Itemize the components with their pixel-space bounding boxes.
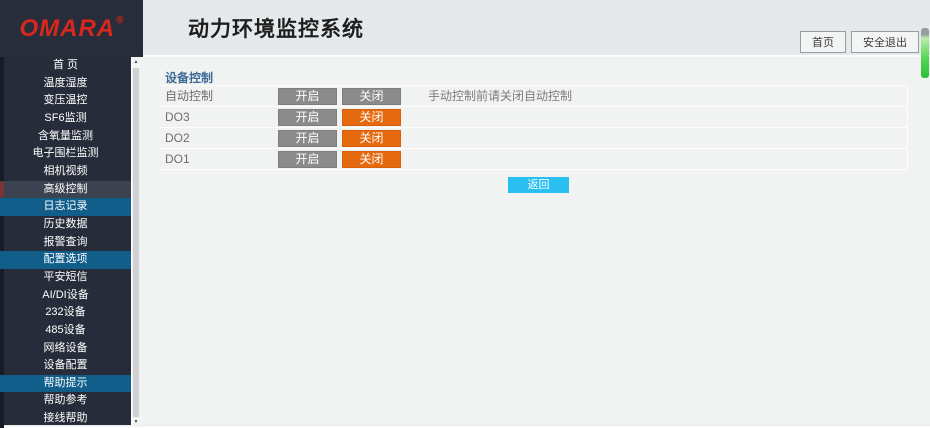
sidebar-item-oxygen-monitor[interactable]: 含氧量监测 xyxy=(0,128,131,146)
sidebar-item-efence-monitor[interactable]: 电子围栏监测 xyxy=(0,145,131,163)
page-title: 动力环境监控系统 xyxy=(188,13,364,43)
sidebar-item-log-record[interactable]: 日志记录 xyxy=(0,198,131,216)
app-window: OMARA ® 动力环境监控系统 首页 安全退出 首 页温度湿度变压温控SF6监… xyxy=(0,0,930,428)
on-button[interactable]: 开启 xyxy=(278,88,337,105)
sidebar-item-device-485[interactable]: 485设备 xyxy=(0,322,131,340)
sidebar-item-safety-sms[interactable]: 平安短信 xyxy=(0,269,131,287)
return-button[interactable]: 返回 xyxy=(508,177,569,193)
off-button[interactable]: 关闭 xyxy=(342,88,401,105)
sidebar-item-transformer-temp[interactable]: 变压温控 xyxy=(0,92,131,110)
registered-trademark-icon: ® xyxy=(116,15,123,26)
sidebar-item-alarm-query[interactable]: 报警查询 xyxy=(0,234,131,252)
sidebar-scrollbar[interactable]: ▲ ▼ xyxy=(131,57,140,428)
off-button[interactable]: 关闭 xyxy=(342,109,401,126)
control-row-label: 自动控制 xyxy=(165,86,213,107)
sidebar-item-advanced-control[interactable]: 高级控制 xyxy=(0,181,131,199)
home-button[interactable]: 首页 xyxy=(800,31,846,53)
sidebar-item-network-device[interactable]: 网络设备 xyxy=(0,340,131,358)
control-row: DO1 开启 关闭 xyxy=(160,149,907,170)
off-button[interactable]: 关闭 xyxy=(342,130,401,147)
sidebar-item-temp-humidity[interactable]: 温度湿度 xyxy=(0,75,131,93)
control-row: 自动控制 开启 关闭 手动控制前请关闭自动控制 xyxy=(160,86,907,107)
brand-logo: OMARA ® xyxy=(0,0,143,57)
scroll-up-icon[interactable]: ▲ xyxy=(132,57,140,68)
header: 动力环境监控系统 首页 安全退出 xyxy=(143,0,930,57)
sidebar-accent-strip xyxy=(0,57,4,428)
sidebar-item-help-reference[interactable]: 帮助参考 xyxy=(0,392,131,410)
brand-logo-text: OMARA xyxy=(19,15,115,43)
sidebar-item-camera-video[interactable]: 相机视频 xyxy=(0,163,131,181)
logout-button[interactable]: 安全退出 xyxy=(851,31,919,53)
sidebar-item-history-data[interactable]: 历史数据 xyxy=(0,216,131,234)
control-row-label: DO2 xyxy=(165,128,190,149)
sidebar-item-device-232[interactable]: 232设备 xyxy=(0,304,131,322)
on-button[interactable]: 开启 xyxy=(278,151,337,168)
control-row-note: 手动控制前请关闭自动控制 xyxy=(428,86,572,107)
on-button[interactable]: 开启 xyxy=(278,130,337,147)
section-title: 设备控制 xyxy=(165,69,213,86)
control-row-label: DO1 xyxy=(165,149,190,170)
sidebar-item-help-tips[interactable]: 帮助提示 xyxy=(0,375,131,393)
sidebar-item-config-options[interactable]: 配置选项 xyxy=(0,251,131,269)
header-buttons: 首页 安全退出 xyxy=(800,31,919,53)
sidebar-item-ai-di-device[interactable]: AI/DI设备 xyxy=(0,287,131,305)
control-row: DO2 开启 关闭 xyxy=(160,128,907,149)
sidebar-item-sf6-monitor[interactable]: SF6监测 xyxy=(0,110,131,128)
on-button[interactable]: 开启 xyxy=(278,109,337,126)
sidebar-item-device-config[interactable]: 设备配置 xyxy=(0,357,131,375)
off-button[interactable]: 关闭 xyxy=(342,151,401,168)
sidebar-item-home[interactable]: 首 页 xyxy=(0,57,131,75)
control-row: DO3 开启 关闭 xyxy=(160,107,907,128)
control-table: 自动控制 开启 关闭 手动控制前请关闭自动控制 DO3 开启 关闭 DO2 开启… xyxy=(160,85,908,170)
sidebar: 首 页温度湿度变压温控SF6监测含氧量监测电子围栏监测相机视频高级控制日志记录历… xyxy=(0,57,131,428)
sidebar-nav-list: 首 页温度湿度变压温控SF6监测含氧量监测电子围栏监测相机视频高级控制日志记录历… xyxy=(0,57,131,428)
control-row-label: DO3 xyxy=(165,107,190,128)
main-content: 设备控制 自动控制 开启 关闭 手动控制前请关闭自动控制 DO3 开启 关闭 D… xyxy=(140,57,930,428)
sidebar-scrollbar-thumb[interactable] xyxy=(133,68,139,417)
